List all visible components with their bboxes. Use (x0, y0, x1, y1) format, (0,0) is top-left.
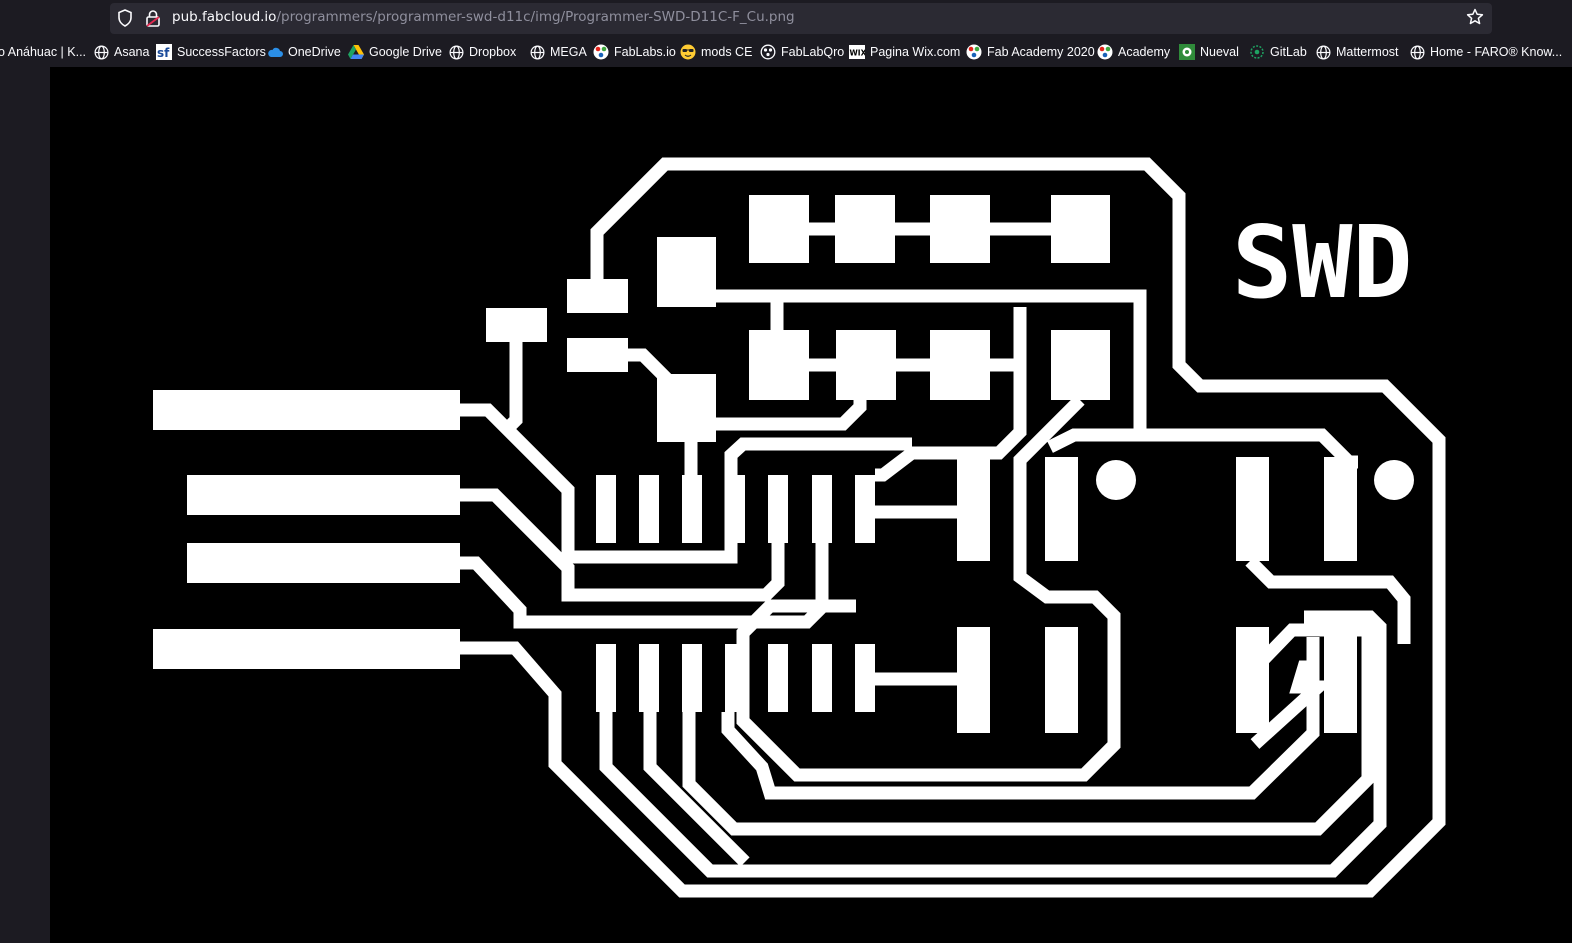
resistor-pad-top-1 (749, 195, 809, 263)
gitlab-icon (1249, 44, 1265, 60)
bookmark-fab-academy-2020[interactable]: Fab Academy 2020 (966, 37, 1095, 67)
bookmark-fablabqro[interactable]: FabLabQro (760, 37, 844, 67)
bookmark-mods-ce[interactable]: mods CE (680, 37, 752, 67)
ic-pin-top (682, 475, 702, 543)
svg-text:WIX: WIX (850, 49, 866, 58)
resistor-pad-mid-1 (749, 330, 809, 400)
fablabs-icon (593, 44, 609, 60)
globe-icon (529, 44, 545, 60)
bookmark-anahuac[interactable]: o Anáhuac | K... (0, 37, 86, 67)
nueval-icon (1179, 44, 1195, 60)
fablab-logo-icon (760, 44, 776, 60)
usb-pad-2 (187, 475, 460, 515)
regulator-pad-3 (567, 338, 628, 372)
ic-pin-top (639, 475, 659, 543)
bookmark-pagina-wix[interactable]: WIX Pagina Wix.com (849, 37, 960, 67)
header-pad-4 (1324, 457, 1357, 561)
mounting-hole-left (1096, 460, 1136, 500)
bookmark-gitlab[interactable]: GitLab (1249, 37, 1307, 67)
board-label: SWD (1232, 204, 1413, 321)
url-host: pub.fabcloud.io (172, 9, 277, 25)
bookmark-mega[interactable]: MEGA (529, 37, 587, 67)
header-pad-7 (1236, 627, 1269, 733)
bookmark-onedrive[interactable]: OneDrive (267, 37, 341, 67)
ic-pin-bottom (768, 644, 788, 712)
globe-icon (1409, 44, 1425, 60)
header-pad-5 (957, 627, 990, 733)
svg-text:sf: sf (157, 46, 170, 60)
bookmark-mattermost[interactable]: Mattermost (1315, 37, 1399, 67)
bookmark-dropbox[interactable]: Dropbox (448, 37, 516, 67)
bookmark-star-icon[interactable] (1466, 8, 1484, 30)
ic-pin-bottom (639, 644, 659, 712)
bookmark-academy[interactable]: Academy (1097, 37, 1170, 67)
ic-pin-bottom (682, 644, 702, 712)
fablabs-icon (1097, 44, 1113, 60)
usb-pad-3 (187, 543, 460, 583)
address-bar-row: pub.fabcloud.io/programmers/programmer-s… (0, 0, 1572, 37)
header-pad-3 (1236, 457, 1269, 561)
resistor-pad-mid-3 (930, 330, 990, 400)
url-path: /programmers/programmer-swd-d11c/img/Pro… (276, 9, 795, 25)
sunglasses-emoji-icon (680, 44, 696, 60)
ic-pin-bottom (596, 644, 616, 712)
successfactors-icon: sf (156, 44, 172, 60)
regulator-pad-2 (486, 308, 547, 342)
globe-icon (93, 44, 109, 60)
fablabs-icon (966, 44, 982, 60)
pcb-traces-image[interactable]: SWD (50, 67, 1572, 943)
globe-icon (1315, 44, 1331, 60)
regulator-pad-1 (567, 279, 628, 313)
bookmark-successfactors[interactable]: sf SuccessFactors (156, 37, 266, 67)
capacitor-pad-top (657, 237, 716, 307)
ic-pin-bottom (812, 644, 832, 712)
bookmark-fablabs-io[interactable]: FabLabs.io (593, 37, 676, 67)
resistor-pad-mid-4 (1051, 330, 1110, 400)
header-pad-8 (1324, 627, 1357, 733)
tracking-protection-shield-icon[interactable] (117, 9, 133, 31)
bookmark-nueval[interactable]: Nueval (1179, 37, 1239, 67)
url-text[interactable]: pub.fabcloud.io/programmers/programmer-s… (172, 9, 795, 25)
ic-pin-top (596, 475, 616, 543)
header-pad-1 (957, 457, 990, 561)
bookmark-asana[interactable]: Asana (93, 37, 149, 67)
header-pad-2 (1045, 457, 1078, 561)
pcb-traces-drawing: SWD (50, 67, 1572, 943)
bookmark-google-drive[interactable]: Google Drive (348, 37, 442, 67)
usb-pad-1 (153, 390, 460, 430)
cloud-icon (267, 44, 283, 60)
usb-pad-4 (153, 629, 460, 669)
page-viewport: SWD (0, 67, 1572, 943)
bookmark-home-faro[interactable]: Home - FARO® Know... (1409, 37, 1562, 67)
resistor-pad-top-4 (1051, 195, 1110, 263)
header-pad-6 (1045, 627, 1078, 733)
globe-icon (448, 44, 464, 60)
mounting-hole-right (1374, 460, 1414, 500)
connection-lock-icon[interactable] (145, 9, 161, 31)
google-drive-icon (348, 44, 364, 60)
bookmarks-toolbar: o Anáhuac | K... Asana sf SuccessFactors… (0, 37, 1572, 67)
wix-icon: WIX (849, 44, 865, 60)
